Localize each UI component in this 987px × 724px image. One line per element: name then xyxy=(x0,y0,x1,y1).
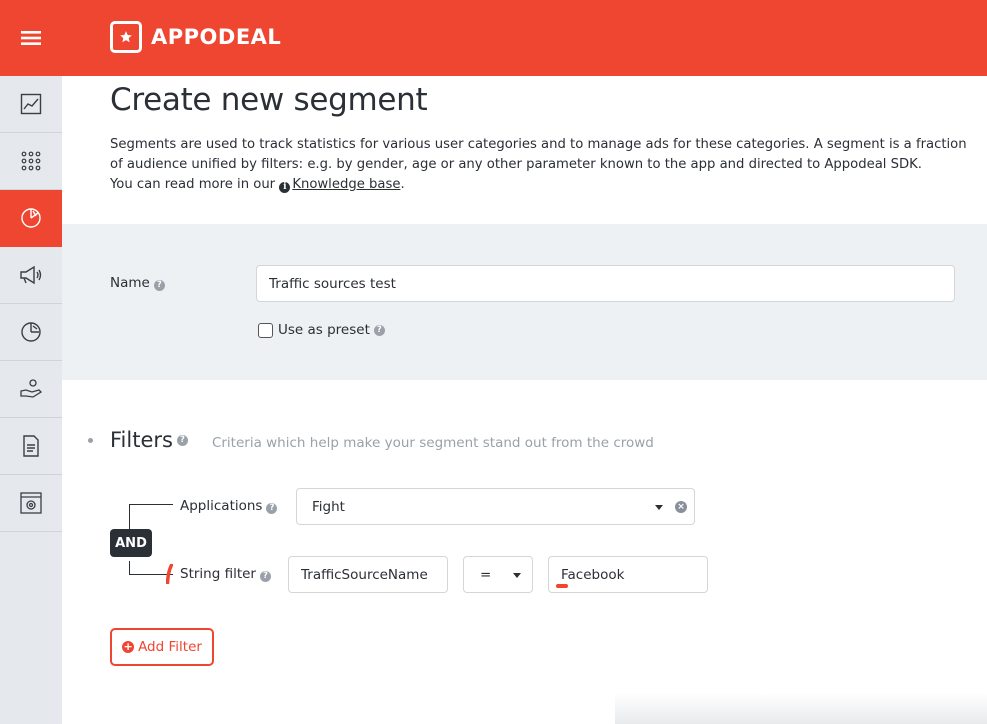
filters-header: Filters? Criteria which help make your s… xyxy=(88,428,654,452)
add-filter-label: Add Filter xyxy=(138,639,202,655)
settings-window-icon xyxy=(20,492,42,514)
sidebar xyxy=(0,76,62,724)
string-filter-label: String filter? xyxy=(180,566,271,582)
red-annotation-mark xyxy=(556,584,568,588)
sidebar-item-analytics[interactable] xyxy=(0,304,62,361)
string-value-input[interactable] xyxy=(548,556,708,593)
sidebar-item-statistics[interactable] xyxy=(0,76,62,133)
top-bar: APPODEAL xyxy=(0,0,987,76)
main-content: Create new segment Segments are used to … xyxy=(62,76,987,724)
applications-label-text: Applications xyxy=(180,498,263,514)
plus-icon: + xyxy=(122,640,135,653)
name-label-text: Name xyxy=(110,275,150,291)
and-operator-badge[interactable]: AND xyxy=(110,529,152,557)
preset-checkbox[interactable] xyxy=(258,322,273,338)
chevron-down-icon xyxy=(513,573,521,578)
sidebar-item-payments[interactable] xyxy=(0,361,62,418)
menu-button[interactable] xyxy=(0,0,62,76)
hamburger-icon xyxy=(21,31,41,45)
help-icon[interactable]: ? xyxy=(266,503,278,514)
red-annotation-mark xyxy=(166,564,173,584)
bullet-icon xyxy=(88,438,93,443)
clear-icon[interactable]: × xyxy=(675,501,687,513)
operator-value: = xyxy=(480,566,492,583)
knowledge-base-link[interactable]: Knowledge base xyxy=(292,177,400,192)
sidebar-item-segments[interactable] xyxy=(0,190,62,247)
help-icon[interactable]: ? xyxy=(153,280,165,291)
help-icon[interactable]: ? xyxy=(259,571,271,582)
info-icon: i xyxy=(279,182,291,193)
description-prefix: You can read more in our xyxy=(110,177,280,192)
apps-grid-icon xyxy=(21,151,41,171)
filters-subtitle: Criteria which help make your segment st… xyxy=(211,435,654,451)
document-icon xyxy=(23,435,39,457)
preset-label: Use as preset xyxy=(278,322,370,338)
description-text: Segments are used to track statistics fo… xyxy=(110,137,967,172)
page-title: Create new segment xyxy=(110,82,428,118)
string-field-input[interactable] xyxy=(288,556,448,593)
description-suffix: . xyxy=(400,177,405,192)
segment-name-input[interactable] xyxy=(256,265,955,302)
bottom-shade xyxy=(615,693,987,724)
analytics-pie-icon xyxy=(21,322,41,342)
applications-label: Applications? xyxy=(180,498,278,514)
chart-line-icon xyxy=(20,93,42,115)
add-filter-button[interactable]: + Add Filter xyxy=(110,628,214,666)
name-label: Name? xyxy=(110,275,165,291)
help-icon[interactable]: ? xyxy=(373,324,385,336)
sidebar-item-apps[interactable] xyxy=(0,133,62,190)
tree-connector xyxy=(129,504,173,505)
applications-select[interactable]: Fight × xyxy=(296,488,695,525)
use-as-preset[interactable]: Use as preset? xyxy=(258,322,385,338)
tree-connector xyxy=(129,561,130,575)
appodeal-logo[interactable]: APPODEAL xyxy=(110,21,281,53)
string-filter-label-text: String filter xyxy=(180,566,256,582)
help-icon[interactable]: ? xyxy=(176,434,188,446)
logo-star-icon xyxy=(110,21,142,53)
chevron-down-icon xyxy=(655,505,663,510)
filters-title: Filters xyxy=(110,428,173,452)
applications-value: Fight xyxy=(312,498,345,515)
name-panel: Name? Use as preset? xyxy=(62,224,987,380)
megaphone-icon xyxy=(20,265,42,285)
logo-text: APPODEAL xyxy=(151,25,282,49)
sidebar-item-documents[interactable] xyxy=(0,418,62,475)
operator-select[interactable]: = xyxy=(463,556,533,593)
sidebar-item-settings[interactable] xyxy=(0,475,62,532)
payments-hand-icon xyxy=(20,379,43,398)
page-description: Segments are used to track statistics fo… xyxy=(110,135,970,195)
segments-pie-icon xyxy=(21,208,41,228)
sidebar-item-promotion[interactable] xyxy=(0,247,62,304)
